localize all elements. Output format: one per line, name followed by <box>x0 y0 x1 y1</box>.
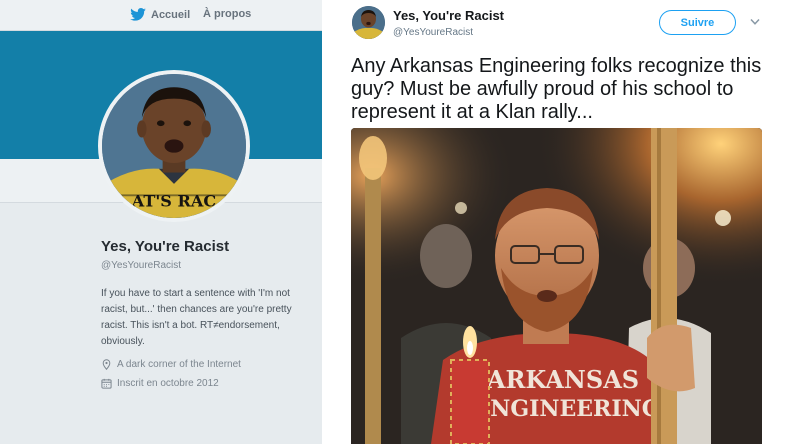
photo-shirt-line2: ENGINEERING <box>473 396 660 422</box>
nav-home-label: Accueil <box>151 8 191 21</box>
profile-joined-text: Inscrit en octobre 2012 <box>117 378 219 389</box>
profile-display-name[interactable]: Yes, You're Racist <box>101 238 316 255</box>
tweet-author-avatar[interactable] <box>352 6 385 39</box>
twitter-bird-icon <box>130 8 146 21</box>
tweet-author-handle[interactable]: @YesYoureRacist <box>393 27 504 38</box>
nav-about-label: À propos <box>203 8 252 20</box>
tweet-text: Any Arkansas Engineering folks recognize… <box>351 55 762 123</box>
tweet-author[interactable]: Yes, You're Racist @YesYoureRacist <box>393 8 504 38</box>
calendar-icon <box>101 378 112 389</box>
tweet-author-name[interactable]: Yes, You're Racist <box>393 8 504 23</box>
follow-button[interactable]: Suivre <box>659 10 736 35</box>
profile-location-text: A dark corner of the Internet <box>117 359 241 370</box>
chevron-down-icon[interactable] <box>750 18 760 26</box>
location-pin-icon <box>102 359 111 370</box>
profile-bio: If you have to start a sentence with 'I'… <box>101 288 292 347</box>
profile-location: A dark corner of the Internet <box>101 359 316 370</box>
top-navigation: Accueil À propos <box>0 0 322 31</box>
profile-avatar[interactable]: AT'S RAC <box>98 70 250 222</box>
profile-page: Accueil À propos AT'S RAC Yes, You're Ra… <box>0 0 322 444</box>
nav-home-link[interactable]: Accueil <box>130 8 190 21</box>
profile-info: Yes, You're Racist @YesYoureRacist If yo… <box>101 238 316 389</box>
tweet-photo[interactable]: ARKANSAS ENGINEERING <box>351 128 762 444</box>
photo-shirt-line1: ARKANSAS <box>486 365 639 394</box>
profile-handle[interactable]: @YesYoureRacist <box>101 260 316 271</box>
avatar-shirt-text: AT'S RAC <box>131 192 216 211</box>
nav-about-link[interactable]: À propos <box>203 8 251 20</box>
tweet-card: Yes, You're Racist @YesYoureRacist Suivr… <box>322 0 790 444</box>
profile-joined-date: Inscrit en octobre 2012 <box>101 378 316 389</box>
